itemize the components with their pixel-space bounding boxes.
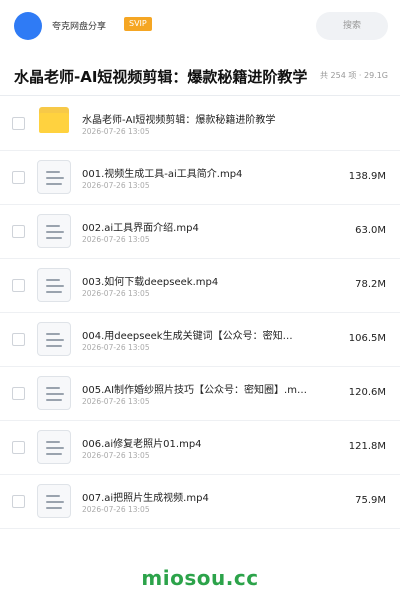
file-name: 007.ai把照片生成视频.mp4 [82,493,209,504]
watermark: miosou.cc [141,566,259,590]
document-icon [37,214,71,248]
file-date: 2026-07-26 13:05 [82,181,150,190]
document-icon [37,322,71,356]
row-checkbox[interactable] [12,279,25,292]
file-date: 2026-07-26 13:05 [82,289,150,298]
file-name: 006.ai修复老照片01.mp4 [82,439,202,450]
folder-stats: 共 254 项 · 29.1G [320,71,388,80]
file-date: 2026-07-26 13:05 [82,235,150,244]
file-date: 2026-07-26 13:05 [82,127,150,136]
list-item[interactable]: 007.ai把照片生成视频.mp4 2026-07-26 13:05 75.9M [0,475,400,529]
file-size: 63.0M [355,225,386,236]
file-date: 2026-07-26 13:05 [82,397,150,406]
svip-badge: SVIP [124,17,152,31]
list-item[interactable]: 002.ai工具界面介绍.mp4 2026-07-26 13:05 63.0M [0,205,400,259]
file-date: 2026-07-26 13:05 [82,505,150,514]
document-icon [37,430,71,464]
list-item[interactable]: 006.ai修复老照片01.mp4 2026-07-26 13:05 121.8… [0,421,400,475]
file-size: 106.5M [348,333,386,344]
file-date: 2026-07-26 13:05 [82,451,150,460]
list-item[interactable]: 003.如何下载deepseek.mp4 2026-07-26 13:05 78… [0,259,400,313]
file-name: 001.视频生成工具-ai工具简介.mp4 [82,169,243,180]
file-size: 121.8M [348,441,386,452]
file-size: 75.9M [355,495,386,506]
search-input[interactable]: 搜索 [316,12,388,40]
document-icon [37,268,71,302]
file-name: 002.ai工具界面介绍.mp4 [82,223,199,234]
row-checkbox[interactable] [12,441,25,454]
folder-icon [39,107,69,133]
file-name: 004.用deepseek生成关键词【公众号：密知… [82,331,293,342]
list-item[interactable]: 004.用deepseek生成关键词【公众号：密知… 2026-07-26 13… [0,313,400,367]
file-size: 120.6M [348,387,386,398]
file-size: 78.2M [355,279,386,290]
row-checkbox[interactable] [12,333,25,346]
file-size: 138.9M [348,171,386,182]
file-name: 003.如何下载deepseek.mp4 [82,277,219,288]
file-name: 水晶老师-AI短视频剪辑：爆款秘籍进阶教学 [82,115,276,126]
row-checkbox[interactable] [12,387,25,400]
row-checkbox[interactable] [12,171,25,184]
document-icon [37,376,71,410]
document-icon [37,160,71,194]
brand-label: 夸克网盘分享 [52,22,107,32]
row-checkbox[interactable] [12,225,25,238]
file-name: 005.AI制作婚纱照片技巧【公众号：密知圈】.m… [82,385,307,396]
list-item-folder[interactable]: 水晶老师-AI短视频剪辑：爆款秘籍进阶教学 2026-07-26 13:05 [0,97,400,151]
top-bar: 夸克网盘分享 SVIP 搜索 [0,0,400,52]
list-item[interactable]: 001.视频生成工具-ai工具简介.mp4 2026-07-26 13:05 1… [0,151,400,205]
list-item[interactable]: 005.AI制作婚纱照片技巧【公众号：密知圈】.m… 2026-07-26 13… [0,367,400,421]
document-icon [37,484,71,518]
row-checkbox[interactable] [12,495,25,508]
file-date: 2026-07-26 13:05 [82,343,150,352]
page-title: 水晶老师-AI短视频剪辑：爆款秘籍进阶教学 [14,68,308,86]
avatar[interactable] [14,12,42,40]
row-checkbox[interactable] [12,117,25,130]
folder-header: 水晶老师-AI短视频剪辑：爆款秘籍进阶教学 共 254 项 · 29.1G [0,52,400,96]
